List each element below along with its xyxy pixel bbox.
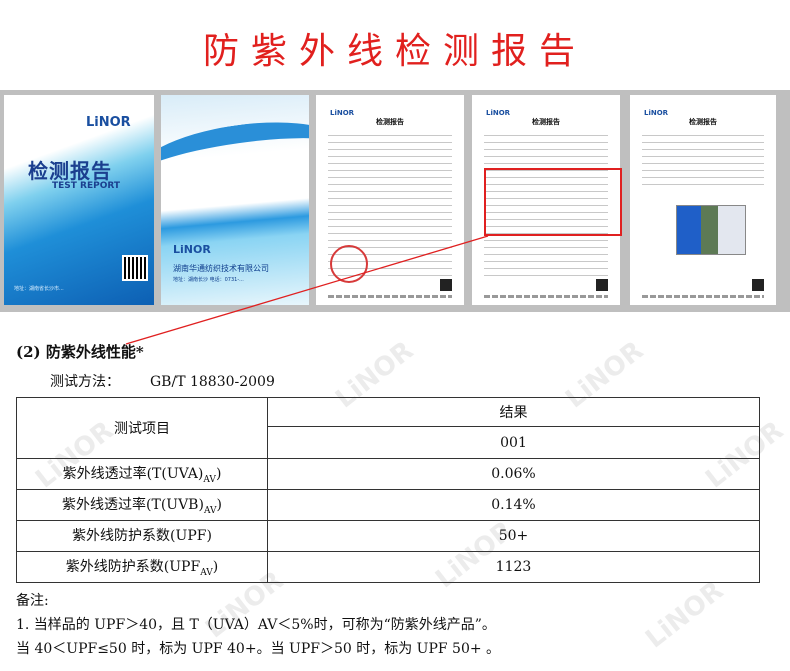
test-item: 紫外线防护系数(UPFAV) xyxy=(16,551,268,583)
column-header-result: 结果 xyxy=(267,397,760,427)
table-header-row: 测试项目 结果 xyxy=(16,397,760,459)
notes: 备注: 1. 当样品的 UPF＞40，且 T（UVA）AV＜5%时，可称为“防紫… xyxy=(16,589,500,661)
test-method-value: GB/T 18830-2009 xyxy=(150,374,275,390)
test-value: 0.14% xyxy=(267,489,760,521)
section-heading: (2) 防紫外线性能* xyxy=(16,343,144,361)
test-value: 50+ xyxy=(267,520,760,552)
table-row: 紫外线防护系数(UPFAV) 1123 xyxy=(16,551,760,583)
sample-id: 001 xyxy=(267,426,760,459)
notes-line: 1. 当样品的 UPF＞40，且 T（UVA）AV＜5%时，可称为“防紫外线产品… xyxy=(16,617,496,633)
table-row: 紫外线防护系数(UPF) 50+ xyxy=(16,520,760,552)
table-row: 紫外线透过率(T(UVB)AV) 0.14% xyxy=(16,489,760,521)
test-item: 紫外线透过率(T(UVB)AV) xyxy=(16,489,268,521)
test-method-label: 测试方法： xyxy=(50,374,120,390)
test-item: 紫外线防护系数(UPF) xyxy=(16,520,268,552)
test-value: 1123 xyxy=(267,551,760,583)
test-method: 测试方法： GB/T 18830-2009 xyxy=(50,371,275,391)
notes-line: 当 40＜UPF≤50 时，标为 UPF 40+。当 UPF＞50 时，标为 U… xyxy=(16,641,501,657)
test-item: 紫外线透过率(T(UVA)AV) xyxy=(16,458,268,490)
notes-label: 备注: xyxy=(16,593,49,609)
results-table: 测试项目 结果 001 紫外线透过率(T(UVA)AV) 0.06% 紫外线透过… xyxy=(16,397,760,583)
table-row: 紫外线透过率(T(UVA)AV) 0.06% xyxy=(16,458,760,490)
test-value: 0.06% xyxy=(267,458,760,490)
column-header-item: 测试项目 xyxy=(16,397,268,459)
